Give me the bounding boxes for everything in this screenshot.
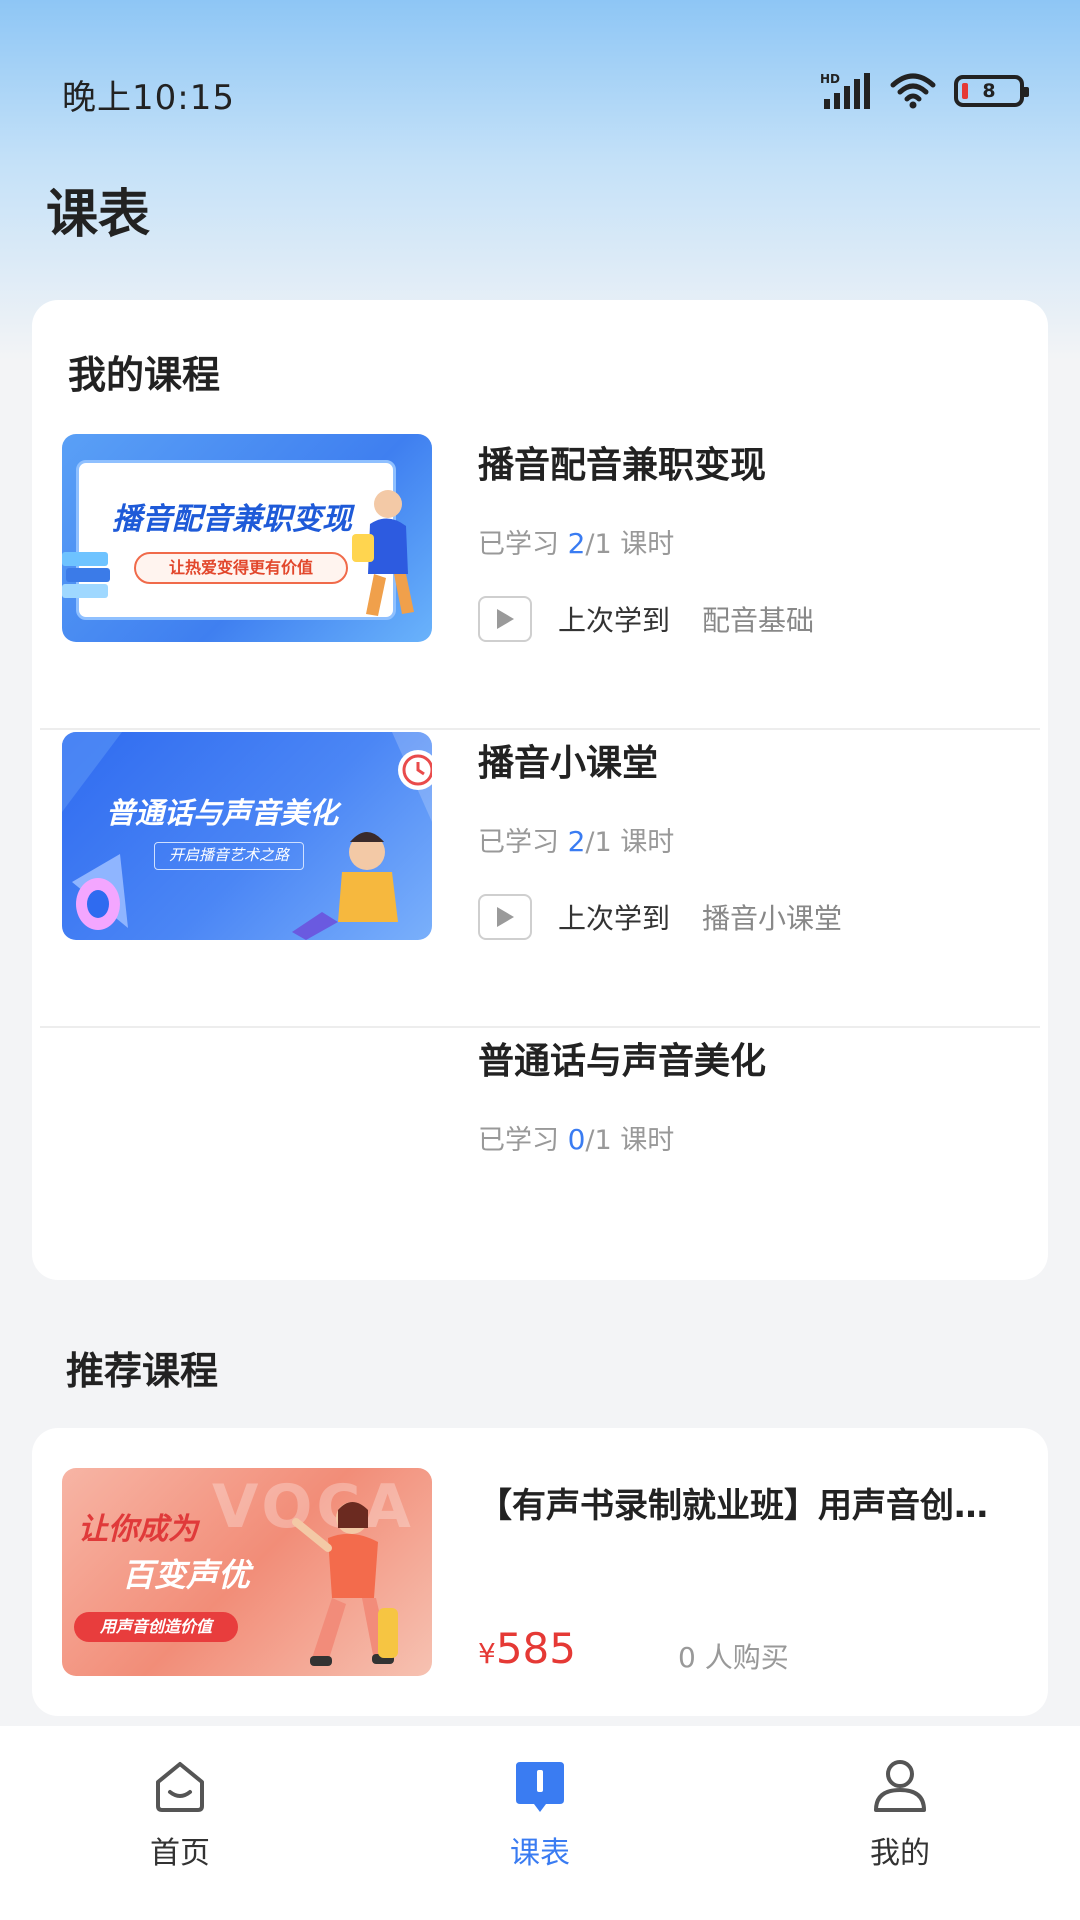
- nav-item-profile[interactable]: 我的: [720, 1726, 1080, 1920]
- course-item[interactable]: 普通话与声音美化 已学习 0/1 课时: [32, 1030, 1048, 1326]
- play-icon: [497, 609, 514, 629]
- progress-done: 2: [567, 527, 586, 560]
- buyer-count: 0 人购买: [678, 1641, 789, 1674]
- play-button[interactable]: [478, 596, 532, 642]
- progress-prefix: 已学习: [478, 827, 559, 858]
- illustration-figure: [292, 1502, 398, 1666]
- page-title: 课表: [46, 185, 151, 245]
- home-icon: [156, 1762, 204, 1812]
- signal-icon: HD: [820, 72, 870, 109]
- course-title: 播音小课堂: [478, 743, 659, 784]
- recommended-course-title: 【有声书录制就业班】用声音创造价值: [478, 1486, 1018, 1526]
- thumbnail-title: 播音配音兼职变现: [112, 502, 352, 537]
- thumbnail-title: 普通话与声音美化: [106, 796, 339, 830]
- course-thumbnail: 播音配音兼职变现 让热爱变得更有价值: [62, 434, 432, 642]
- progress-total: /1 课时: [585, 827, 675, 858]
- currency-symbol: ¥: [478, 1637, 496, 1670]
- last-studied-value: 配音基础: [702, 604, 815, 637]
- course-progress: 已学习 0/1 课时: [478, 1118, 674, 1157]
- thumbnail-line1: 让你成为: [78, 1512, 198, 1547]
- profile-icon: [874, 1760, 926, 1812]
- last-studied[interactable]: 上次学到 播音小课堂: [478, 894, 842, 940]
- battery-level: 8: [982, 80, 996, 102]
- divider: [40, 728, 1040, 730]
- nav-label-home: 首页: [150, 1836, 210, 1871]
- recommended-heading: 推荐课程: [66, 1349, 219, 1393]
- network-type-label: HD: [820, 72, 840, 86]
- course-progress: 已学习 2/1 课时: [478, 522, 674, 561]
- course-progress: 已学习 2/1 课时: [478, 820, 674, 859]
- last-studied[interactable]: 上次学到 配音基础: [478, 596, 814, 642]
- battery-icon: 8: [954, 75, 1029, 107]
- nav-label-profile: 我的: [870, 1836, 930, 1871]
- play-button[interactable]: [478, 894, 532, 940]
- course-item[interactable]: 播音配音兼职变现 让热爱变得更有价值 播音配音兼职变现 已学习 2/1 课时 上…: [32, 434, 1048, 730]
- nav-item-schedule[interactable]: 课表: [360, 1726, 720, 1920]
- last-studied-value: 播音小课堂: [702, 902, 843, 935]
- last-studied-label: 上次学到: [558, 902, 671, 935]
- price-amount: 585: [495, 1624, 576, 1673]
- thumbnail-subtitle: 让热爱变得更有价值: [134, 552, 348, 584]
- course-title: 播音配音兼职变现: [478, 445, 767, 486]
- thumbnail-line2: 百变声优: [122, 1556, 251, 1594]
- progress-done: 2: [567, 825, 586, 858]
- thumbnail-subtitle: 开启播音艺术之路: [154, 842, 304, 870]
- course-price: ¥585: [478, 1624, 576, 1673]
- my-courses-card: 我的课程 播音配音兼职变现 让热爱变得更有价值 播音配音兼职变现 已学习 2/1…: [32, 300, 1048, 1280]
- thumbnail-background-shapes: [62, 732, 432, 940]
- status-time: 晚上10:15: [62, 78, 235, 118]
- nav-item-home[interactable]: 首页: [0, 1726, 360, 1920]
- nav-label-schedule: 课表: [510, 1836, 570, 1871]
- progress-total: /1 课时: [585, 529, 675, 560]
- recommended-course-card[interactable]: VOCA 让你成为 百变声优 用声音创造价值 【有声书录制就业班】用声音创造价值…: [32, 1428, 1048, 1716]
- course-thumbnail: VOCA 让你成为 百变声优 用声音创造价值: [62, 1468, 432, 1676]
- wifi-icon: [890, 73, 936, 109]
- bottom-nav: 首页 课表 我的: [0, 1726, 1080, 1920]
- books-illustration: [62, 552, 110, 598]
- progress-prefix: 已学习: [478, 1125, 559, 1156]
- course-thumbnail: 普通话与声音美化 开启播音艺术之路: [62, 732, 432, 940]
- course-item[interactable]: 普通话与声音美化 开启播音艺术之路 播音小课堂 已学习 2/1 课时 上次学到 …: [32, 732, 1048, 1028]
- status-icons: HD 8: [820, 70, 1029, 112]
- status-bar: 晚上10:15 HD 8: [0, 0, 1080, 180]
- my-courses-heading: 我的课程: [68, 353, 221, 397]
- progress-total: /1 课时: [585, 1125, 675, 1156]
- schedule-icon: [516, 1762, 564, 1812]
- illustration-figure: [352, 490, 414, 616]
- course-title: 普通话与声音美化: [478, 1041, 767, 1082]
- progress-done: 0: [567, 1123, 586, 1156]
- play-icon: [497, 907, 514, 927]
- thumbnail-tag: 用声音创造价值: [74, 1612, 238, 1642]
- last-studied-label: 上次学到: [558, 604, 671, 637]
- divider: [40, 1026, 1040, 1028]
- progress-prefix: 已学习: [478, 529, 559, 560]
